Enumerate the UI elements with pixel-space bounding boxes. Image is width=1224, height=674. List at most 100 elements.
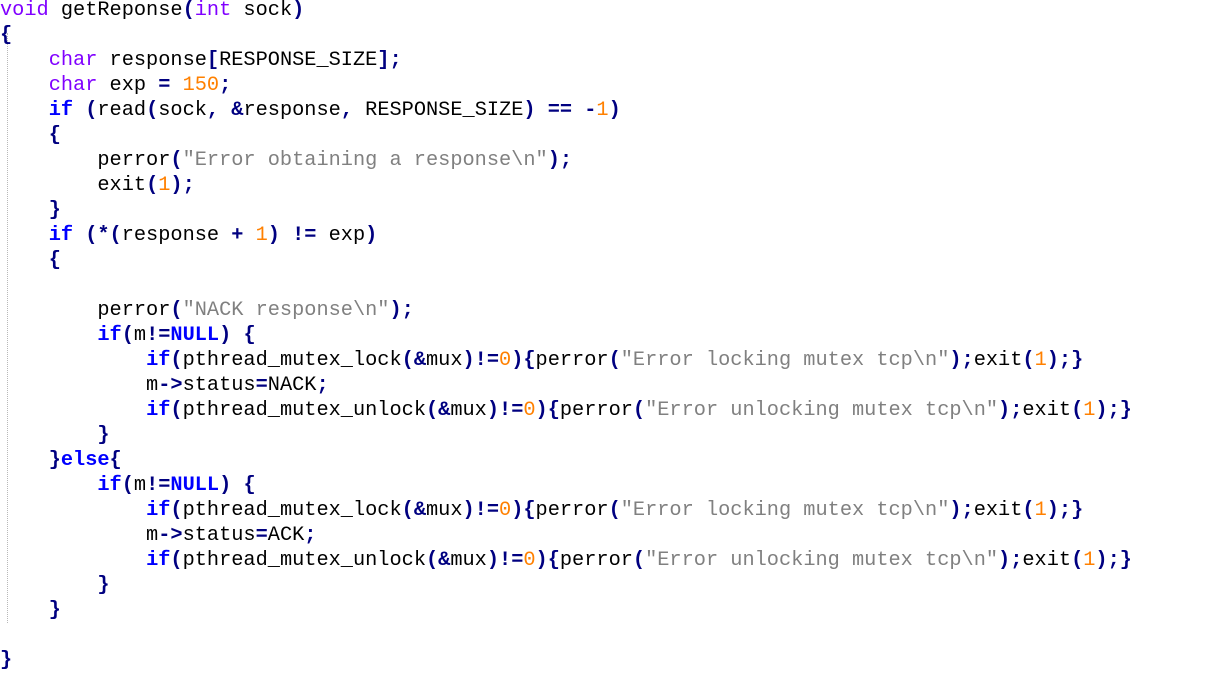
code-line[interactable]: if(pthread_mutex_unlock(&mux)!=0){perror… xyxy=(0,398,1132,423)
code-token: if xyxy=(97,474,122,497)
code-token: )!= xyxy=(486,399,524,422)
code-line[interactable]: char exp = 150; xyxy=(0,73,232,98)
code-line[interactable]: if(m!=NULL) { xyxy=(0,473,255,498)
code-token: } xyxy=(97,574,110,597)
code-token: = xyxy=(255,374,268,397)
code-token: if xyxy=(48,99,74,122)
code-token: exit xyxy=(973,499,1023,522)
code-token: ( xyxy=(146,99,159,122)
code-line[interactable]: void getReponse(int sock) xyxy=(0,0,304,23)
code-line[interactable]: if (*(response + 1) != exp) xyxy=(0,223,378,248)
code-line[interactable]: if(pthread_mutex_lock(&mux)!=0){perror("… xyxy=(0,498,1083,523)
code-line[interactable]: m->status=NACK; xyxy=(0,373,329,398)
code-token: ( xyxy=(1022,349,1035,372)
code-token: (& xyxy=(401,349,426,372)
code-token: } xyxy=(48,599,61,622)
code-token: ( xyxy=(170,399,183,422)
code-token: RESPONSE_SIZE xyxy=(352,99,524,122)
code-token: perror xyxy=(559,549,633,572)
code-line[interactable]: if (read(sock, &response, RESPONSE_SIZE)… xyxy=(0,98,621,123)
code-line[interactable]: if(pthread_mutex_lock(&mux)!=0){perror("… xyxy=(0,348,1083,373)
code-token: ){ xyxy=(535,549,560,572)
code-token: "NACK response\n" xyxy=(182,299,390,322)
code-token: ; xyxy=(316,374,329,397)
code-token: - xyxy=(584,99,597,122)
code-token: ( xyxy=(632,399,646,422)
code-token: ) xyxy=(219,324,232,347)
code-line[interactable]: } xyxy=(0,198,61,223)
code-token: ; xyxy=(219,74,232,97)
code-line[interactable]: } xyxy=(0,598,61,623)
code-token: (& xyxy=(426,549,451,572)
code-line[interactable]: } xyxy=(0,648,12,673)
code-token: read xyxy=(97,99,147,122)
code-token: 0 xyxy=(523,549,536,572)
code-token: exit xyxy=(1022,399,1072,422)
code-token: ; xyxy=(304,524,317,547)
code-token: RESPONSE_SIZE xyxy=(219,49,378,72)
code-token: if xyxy=(97,324,122,347)
code-token: if xyxy=(48,224,74,247)
code-line[interactable]: char response[RESPONSE_SIZE]; xyxy=(0,48,402,73)
code-token: getReponse xyxy=(48,0,183,22)
code-token: exit xyxy=(0,174,147,197)
code-token: status xyxy=(182,374,256,397)
code-token: + xyxy=(231,224,244,247)
code-token: ){ xyxy=(511,349,536,372)
code-line[interactable]: if(m!=NULL) { xyxy=(0,323,256,348)
code-token: (& xyxy=(401,499,426,522)
code-token: } xyxy=(0,649,13,672)
code-line[interactable]: } xyxy=(0,423,109,448)
code-line[interactable]: { xyxy=(0,248,61,273)
code-line[interactable]: perror("NACK response\n"); xyxy=(0,298,413,323)
code-line[interactable]: { xyxy=(0,23,12,48)
code-token: 150 xyxy=(182,74,220,97)
code-token: "Error obtaining a response\n" xyxy=(182,149,548,172)
code-token: } xyxy=(48,449,61,472)
code-line[interactable]: if(pthread_mutex_unlock(&mux)!=0){perror… xyxy=(0,548,1132,573)
code-token: ( xyxy=(170,299,183,322)
code-line[interactable]: perror("Error obtaining a response\n"); xyxy=(0,148,572,173)
code-token: pthread_mutex_lock xyxy=(182,499,402,522)
code-token: 1 xyxy=(255,224,268,247)
code-token: exp xyxy=(316,224,366,247)
code-line[interactable]: m->status=ACK; xyxy=(0,523,316,548)
code-token: ); xyxy=(949,349,974,372)
code-editor[interactable]: void getReponse(int sock){ char response… xyxy=(0,0,1224,674)
code-token: ( xyxy=(632,549,646,572)
code-token: perror xyxy=(0,299,171,322)
code-token: exit xyxy=(973,349,1023,372)
code-token: "Error unlocking mutex tcp\n" xyxy=(645,399,999,422)
code-token: ( xyxy=(170,349,183,372)
code-token: );} xyxy=(1095,399,1132,422)
code-token: , xyxy=(206,99,220,122)
code-token: sock xyxy=(231,0,293,22)
code-token: 1 xyxy=(158,174,171,197)
code-token: ACK xyxy=(267,524,305,547)
code-token: ( xyxy=(170,499,183,522)
code-line[interactable]: } xyxy=(0,573,110,598)
code-token: m xyxy=(0,524,159,547)
code-token: m xyxy=(133,474,147,497)
code-token: ) xyxy=(292,0,305,22)
code-token: ( xyxy=(121,324,134,347)
code-token: int xyxy=(194,0,232,22)
code-token: -> xyxy=(158,374,183,397)
code-token: != xyxy=(146,324,171,347)
code-token: perror xyxy=(535,499,609,522)
code-token: "Error locking mutex tcp\n" xyxy=(620,349,950,372)
code-token: "Error locking mutex tcp\n" xyxy=(620,499,950,522)
code-token: { xyxy=(243,324,256,347)
code-line[interactable]: exit(1); xyxy=(0,173,194,198)
code-line[interactable]: }else{ xyxy=(0,448,122,473)
code-line[interactable]: { xyxy=(0,123,61,148)
code-token: = xyxy=(158,74,171,97)
